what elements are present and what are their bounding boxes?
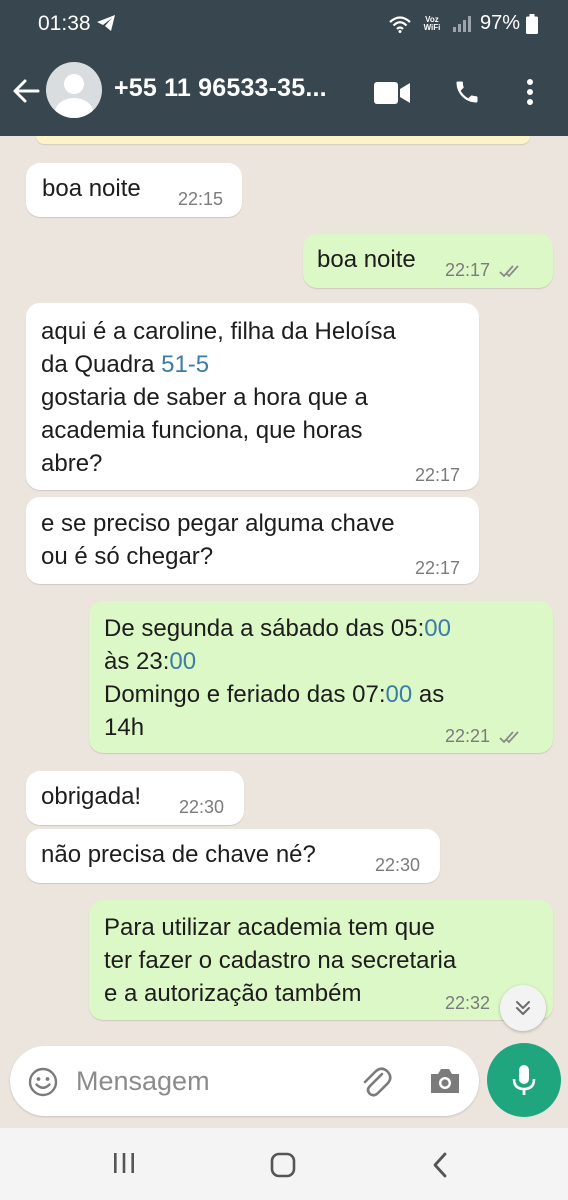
message-incoming[interactable]: boa noite 22:15: [26, 163, 242, 217]
recents-icon[interactable]: [112, 1152, 136, 1174]
avatar-icon[interactable]: [46, 62, 102, 118]
system-nav-bar: [0, 1128, 568, 1200]
message-line: academia funciona, que horas: [41, 417, 363, 444]
message-text: obrigada!: [41, 783, 142, 810]
message-time: 22:30: [179, 797, 225, 817]
network-label: Voz WiFi: [423, 14, 441, 32]
mic-icon: [512, 1065, 536, 1095]
message-line: aqui é a caroline, filha da Heloísa: [41, 318, 396, 345]
home-icon[interactable]: [270, 1152, 296, 1178]
message-incoming[interactable]: aqui é a caroline, filha da Heloísa da Q…: [26, 303, 479, 490]
back-arrow-icon[interactable]: [12, 77, 40, 105]
message-input[interactable]: Mensagem: [76, 1066, 210, 1097]
message-line: gostaria de saber a hora que a: [41, 384, 368, 411]
message-time: 22:30: [375, 855, 421, 875]
chat-area[interactable]: boa noite 22:15 boa noite 22:17 aqui é a…: [0, 136, 568, 1041]
scroll-down-button[interactable]: [500, 985, 546, 1031]
message-status: 22:17: [445, 260, 523, 280]
message-outgoing[interactable]: boa noite 22:17: [303, 234, 553, 288]
camera-icon[interactable]: [428, 1066, 462, 1096]
battery-percent: 97%: [479, 12, 520, 34]
double-check-icon: [499, 731, 519, 744]
status-bar: 01:38 Voz WiFi 97%: [0, 0, 568, 50]
message-text: não precisa de chave né?: [41, 841, 316, 868]
message-time: 22:32: [445, 993, 491, 1013]
scroll-down-icon: [516, 1001, 530, 1015]
mic-button[interactable]: [487, 1043, 561, 1117]
message-line: Para utilizar academia tem que: [104, 914, 435, 941]
more-vert-icon[interactable]: [526, 78, 534, 106]
message-line: ou é só chegar?: [41, 543, 214, 570]
message-line: 14h: [104, 714, 145, 741]
contact-name[interactable]: +55 11 96533-35...: [114, 74, 327, 103]
message-line: De segunda a sábado das 05:00: [104, 615, 451, 642]
message-time: 22:17: [415, 558, 461, 578]
message-status: 22:21: [445, 726, 523, 746]
message-incoming[interactable]: e se preciso pegar alguma chave ou é só …: [26, 497, 479, 584]
message-text: da Quadra: [41, 351, 162, 378]
message-time: 22:17: [415, 465, 461, 485]
status-time: 01:38: [38, 12, 91, 35]
message-incoming[interactable]: obrigada! 22:30: [26, 771, 244, 825]
message-line: ter fazer o cadastro na secretaria: [104, 947, 457, 974]
encryption-notice-strip: [36, 136, 530, 144]
double-check-icon: [499, 265, 519, 278]
message-incoming[interactable]: não precisa de chave né? 22:30: [26, 829, 440, 883]
message-line: e se preciso pegar alguma chave: [41, 510, 395, 537]
message-line: abre?: [41, 450, 103, 477]
message-input-bar[interactable]: Mensagem: [10, 1046, 479, 1116]
message-line: às 23:00: [104, 648, 197, 675]
video-call-icon[interactable]: [374, 82, 410, 104]
attach-icon[interactable]: [360, 1064, 392, 1098]
wifi-icon: [389, 15, 411, 33]
status-right: Voz WiFi 97%: [388, 12, 538, 35]
message-time: 22:17: [445, 260, 491, 280]
message-outgoing[interactable]: De segunda a sábado das 05:00 às 23:00 D…: [89, 601, 553, 753]
phone-link[interactable]: 51-5: [161, 351, 209, 378]
emoji-icon[interactable]: [28, 1067, 58, 1097]
back-nav-icon[interactable]: [432, 1152, 448, 1178]
phone-icon[interactable]: [453, 78, 481, 106]
signal-icon: [452, 15, 471, 32]
message-time: 22:15: [178, 189, 224, 209]
chat-header: +55 11 96533-35...: [0, 50, 568, 136]
message-line: e a autorização também: [104, 980, 362, 1007]
message-time: 22:21: [445, 726, 491, 746]
telegram-icon: [97, 15, 115, 31]
message-line: da Quadra 51-5: [41, 348, 396, 381]
message-text: boa noite: [317, 246, 416, 273]
message-text: boa noite: [42, 175, 141, 202]
message-line: Domingo e feriado das 07:00 as: [104, 681, 445, 708]
message-outgoing[interactable]: Para utilizar academia tem que ter fazer…: [89, 900, 553, 1020]
battery-icon: [526, 13, 538, 34]
